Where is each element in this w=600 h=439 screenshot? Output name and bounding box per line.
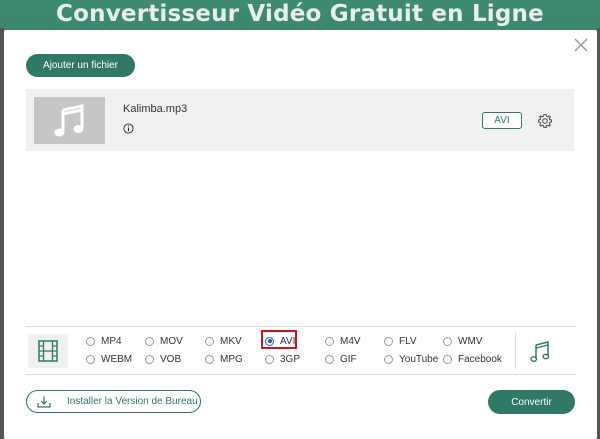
info-icon[interactable] (123, 123, 134, 134)
format-label: MP4 (101, 335, 122, 347)
file-name: Kalimba.mp3 (123, 103, 188, 115)
radio-button[interactable] (265, 354, 274, 364)
radio-button[interactable] (384, 336, 393, 346)
install-label: Installer la Version de Bureau (67, 396, 198, 407)
radio-button[interactable] (325, 336, 334, 346)
format-option-mov[interactable]: MOV (145, 334, 183, 348)
format-label: YouTube (399, 353, 439, 365)
audio-tab-divider (515, 333, 516, 370)
gear-icon[interactable] (537, 113, 553, 129)
format-label: M4V (340, 335, 361, 347)
format-option-facebook[interactable]: Facebook (443, 352, 502, 366)
add-file-button[interactable]: Ajouter un fichier (26, 54, 135, 77)
formats-bottom-divider (26, 374, 576, 375)
format-label: VOB (160, 353, 182, 365)
format-option-mp4[interactable]: MP4 (86, 334, 122, 348)
format-option-mpg[interactable]: MPG (205, 352, 243, 366)
close-icon[interactable] (572, 36, 590, 54)
radio-button[interactable] (384, 354, 393, 364)
format-option-3gp[interactable]: 3GP (265, 352, 300, 366)
format-option-webm[interactable]: WEBM (86, 352, 132, 366)
radio-button[interactable] (86, 336, 95, 346)
format-option-m4v[interactable]: M4V (325, 334, 361, 348)
radio-button[interactable] (145, 336, 154, 346)
format-option-gif[interactable]: GIF (325, 352, 357, 366)
radio-button[interactable] (325, 354, 334, 364)
radio-button[interactable] (205, 354, 214, 364)
radio-button[interactable] (205, 336, 214, 346)
format-label: 3GP (280, 353, 301, 365)
background-page-title: Convertisseur Vidéo Gratuit en Ligne (56, 1, 544, 27)
format-label: GIF (340, 353, 357, 365)
output-format-button[interactable]: AVI (482, 112, 522, 129)
format-option-wmv[interactable]: WMV (443, 334, 482, 348)
install-desktop-version-button[interactable]: Installer la Version de Bureau (26, 390, 201, 413)
radio-button[interactable] (443, 336, 452, 346)
selected-format-highlight (261, 330, 297, 349)
format-label: MOV (160, 335, 183, 347)
music-note-icon[interactable] (530, 340, 550, 362)
radio-button[interactable] (145, 354, 154, 364)
format-label: FLV (399, 335, 417, 347)
convert-button[interactable]: Convertir (488, 390, 575, 414)
download-icon (37, 396, 51, 408)
film-icon (38, 340, 58, 362)
format-option-mkv[interactable]: MKV (205, 334, 242, 348)
format-label: MKV (220, 335, 242, 347)
format-option-flv[interactable]: FLV (384, 334, 417, 348)
format-label: WEBM (101, 353, 133, 365)
video-tab[interactable] (28, 334, 68, 368)
format-option-vob[interactable]: VOB (145, 352, 181, 366)
file-thumbnail (34, 97, 105, 144)
formats-top-divider (26, 326, 576, 327)
radio-button[interactable] (86, 354, 95, 364)
music-note-icon (54, 103, 83, 136)
format-label: MPG (220, 353, 243, 365)
format-label: WMV (458, 335, 483, 347)
radio-button[interactable] (443, 354, 452, 364)
format-label: Facebook (458, 353, 502, 365)
format-option-youtube[interactable]: YouTube (384, 352, 438, 366)
